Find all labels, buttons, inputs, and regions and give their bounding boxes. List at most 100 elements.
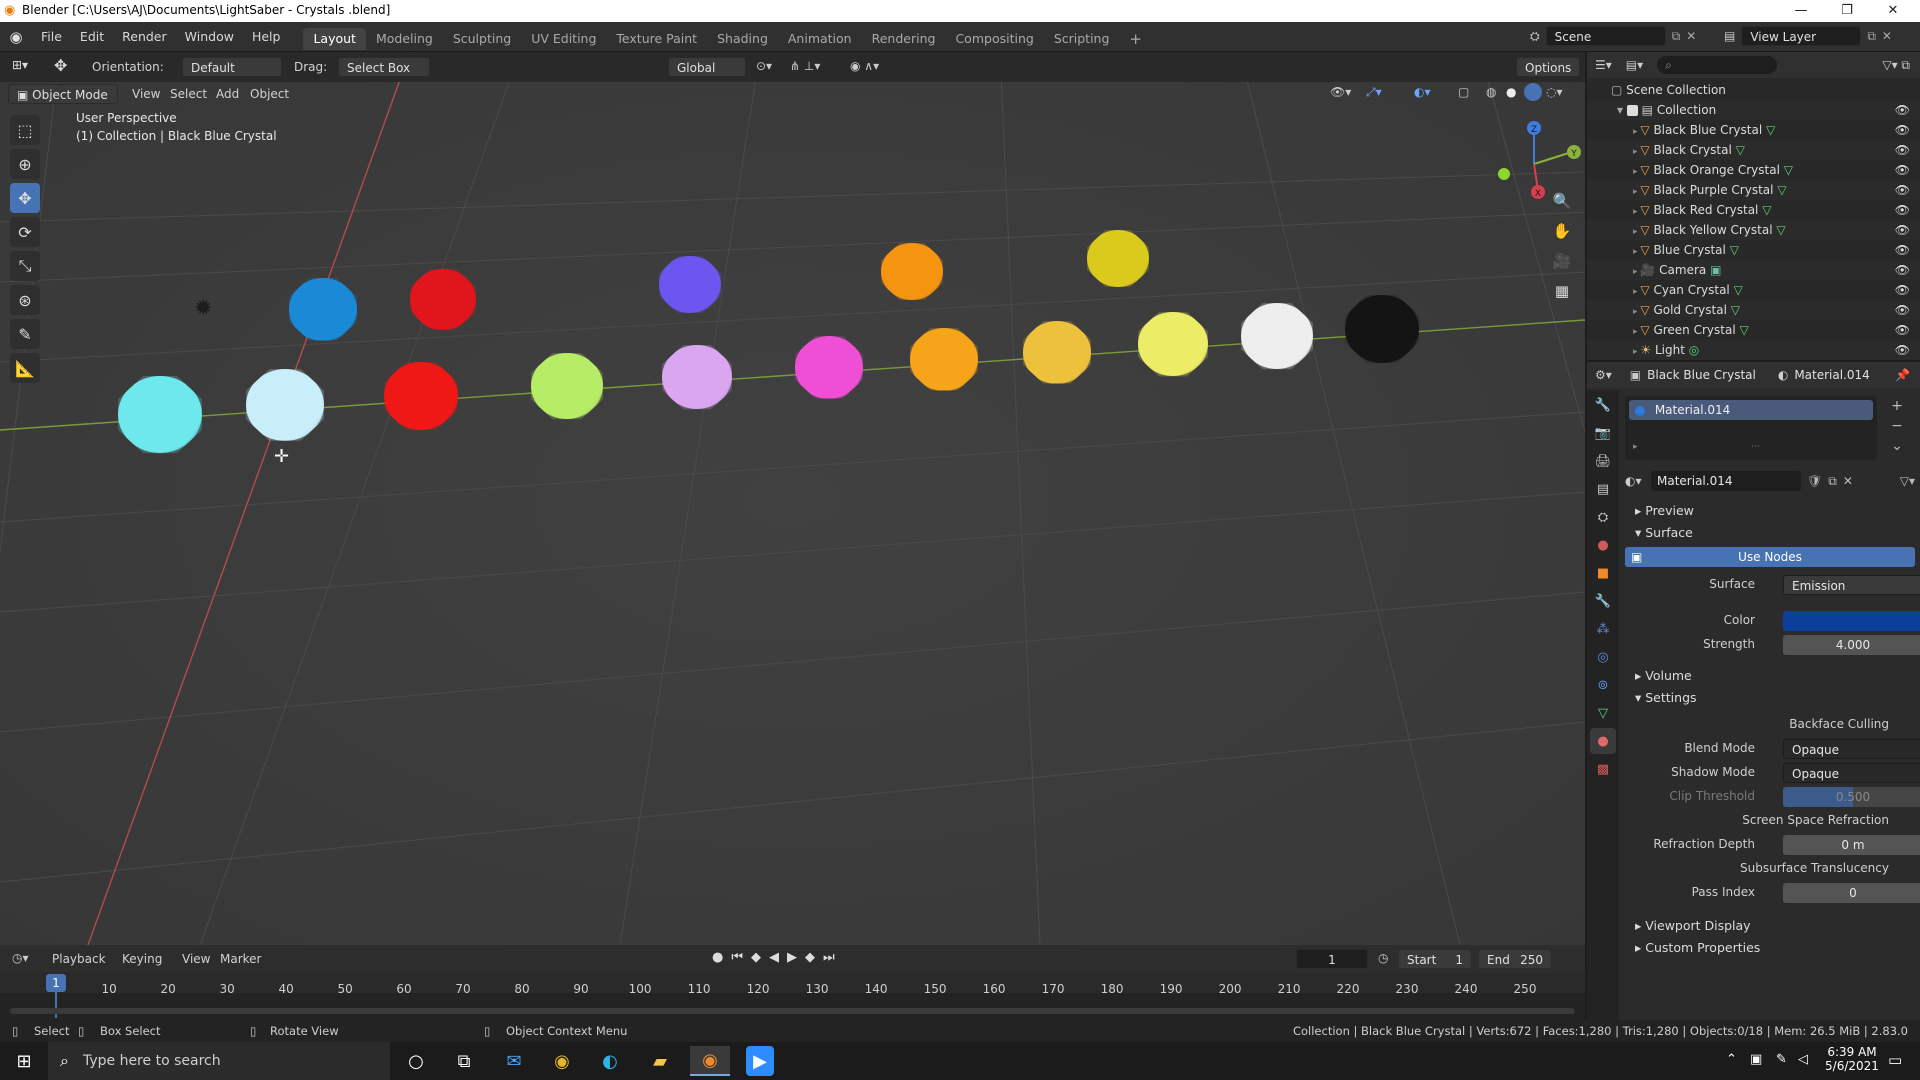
- menu-render[interactable]: Render: [113, 22, 176, 52]
- crystal-object[interactable]: [1138, 312, 1208, 377]
- tab-rendering[interactable]: Rendering: [862, 28, 946, 50]
- visibility-eye-icon[interactable]: 👁: [1895, 280, 1910, 300]
- outliner-item[interactable]: ▸ ☀ Light ◎ 👁: [1587, 340, 1920, 360]
- outliner-editor-icon[interactable]: ☰▾: [1595, 58, 1612, 72]
- menu-file[interactable]: File: [32, 22, 71, 52]
- collection-row[interactable]: ▾ ▤ Collection 👁: [1587, 100, 1920, 120]
- particles-tab-icon[interactable]: ⁂: [1590, 616, 1616, 642]
- outliner-item[interactable]: ▸ ▽ Cyan Crystal ▽ 👁: [1587, 280, 1920, 300]
- visibility-eye-icon[interactable]: 👁: [1895, 180, 1910, 200]
- notifications-icon[interactable]: ▭: [1888, 1051, 1902, 1069]
- tab-modeling[interactable]: Modeling: [366, 28, 443, 50]
- menu-view[interactable]: View: [132, 87, 160, 101]
- collection-checkbox[interactable]: [1626, 105, 1638, 116]
- crystal-object[interactable]: [795, 336, 863, 399]
- expand-list-icon[interactable]: ▸: [1633, 442, 1638, 452]
- outliner-item[interactable]: ▸ 🎥 Camera ▣ 👁: [1587, 260, 1920, 280]
- crystal-object[interactable]: [881, 243, 943, 301]
- zoom-icon[interactable]: 🔍: [1548, 192, 1576, 222]
- volume-icon[interactable]: ◁: [1798, 1052, 1808, 1067]
- crystal-object[interactable]: [1241, 303, 1313, 370]
- gizmo-toggle-icon[interactable]: ⤢▾: [1366, 85, 1382, 100]
- menu-playback[interactable]: Playback: [52, 952, 106, 966]
- options-dropdown[interactable]: Options: [1516, 57, 1581, 77]
- mesh-data-icon[interactable]: ▽: [1762, 123, 1775, 137]
- mode-dropdown[interactable]: ▣ Object Mode: [8, 84, 118, 104]
- solid-shading-icon[interactable]: ●: [1506, 85, 1516, 99]
- network-icon[interactable]: ▣: [1750, 1052, 1762, 1067]
- menu-add[interactable]: Add: [216, 87, 239, 101]
- mesh-data-icon[interactable]: ▽: [1732, 143, 1745, 157]
- display-mode-icon[interactable]: ▤▾: [1626, 58, 1643, 72]
- outliner-item[interactable]: ▸ ▽ Black Orange Crystal ▽ 👁: [1587, 160, 1920, 180]
- outliner-item[interactable]: ▸ ▽ Black Blue Crystal ▽ 👁: [1587, 120, 1920, 140]
- light-object-icon[interactable]: ✹: [194, 296, 212, 321]
- material-tab-icon[interactable]: ●: [1590, 728, 1616, 754]
- 3d-viewport[interactable]: ✹ ✛ ⊞▾ ✥ Orientation: Default Drag: Sele…: [0, 52, 1585, 945]
- play-icon[interactable]: ▶: [787, 950, 797, 965]
- refraction-depth-field[interactable]: 0 m: [1783, 835, 1920, 855]
- tool-tab-icon[interactable]: 🔧: [1590, 392, 1616, 418]
- annotate-tool[interactable]: ✎: [10, 319, 40, 349]
- stopwatch-icon[interactable]: ◷: [1378, 951, 1388, 965]
- visibility-eye-icon[interactable]: 👁: [1895, 220, 1910, 240]
- taskbar-clock[interactable]: 6:39 AM 5/6/2021: [1822, 1045, 1882, 1073]
- duplicate-material-icon[interactable]: ⧉: [1828, 474, 1837, 489]
- scene-collection-row[interactable]: ▢ Scene Collection: [1587, 80, 1920, 100]
- tab-texture-paint[interactable]: Texture Paint: [606, 28, 707, 50]
- constraints-tab-icon[interactable]: ⊚: [1590, 672, 1616, 698]
- tray-arrow-icon[interactable]: ⌃: [1726, 1052, 1737, 1067]
- pivot-icon[interactable]: ⊙▾: [756, 59, 772, 73]
- browse-material-icon[interactable]: ◐▾: [1625, 474, 1651, 488]
- tab-sculpting[interactable]: Sculpting: [443, 28, 521, 50]
- crystal-object[interactable]: [662, 345, 732, 410]
- windows-start-icon[interactable]: ⊞: [4, 1046, 44, 1076]
- viewport-display-header[interactable]: ▸ Viewport Display: [1625, 915, 1915, 937]
- object-tab-icon[interactable]: ■: [1590, 560, 1616, 586]
- add-workspace-icon[interactable]: +: [1119, 28, 1152, 50]
- crystal-object[interactable]: [289, 278, 357, 341]
- menu-window[interactable]: Window: [176, 22, 243, 52]
- task-view-icon[interactable]: ⧉: [444, 1046, 484, 1076]
- physics-tab-icon[interactable]: ◎: [1590, 644, 1616, 670]
- measure-tool[interactable]: 📐: [10, 353, 40, 383]
- rotate-tool[interactable]: ⟳: [10, 217, 40, 247]
- crystal-object[interactable]: [246, 369, 324, 441]
- select-box-tool[interactable]: ⬚: [10, 115, 40, 145]
- mesh-data-icon[interactable]: ▽: [1730, 283, 1743, 297]
- prev-keyframe-icon[interactable]: ◆: [751, 950, 761, 965]
- tab-shading[interactable]: Shading: [707, 28, 778, 50]
- pen-icon[interactable]: ✎: [1776, 1052, 1787, 1067]
- blend-mode-dropdown[interactable]: Opaque: [1783, 739, 1920, 759]
- menu-object[interactable]: Object: [250, 87, 289, 101]
- settings-panel-header[interactable]: ▾ Settings: [1625, 687, 1915, 709]
- menu-timeline-view[interactable]: View: [182, 952, 210, 966]
- pin-icon[interactable]: 📌: [1895, 368, 1910, 382]
- perspective-grid-icon[interactable]: ▦: [1548, 282, 1576, 312]
- tab-scripting[interactable]: Scripting: [1044, 28, 1120, 50]
- proportional-edit-icon[interactable]: ◉ ∧▾: [850, 59, 879, 73]
- strength-field[interactable]: 4.000: [1783, 635, 1920, 655]
- mesh-data-icon[interactable]: ▽: [1736, 323, 1748, 337]
- data-tab-icon[interactable]: ▽: [1590, 700, 1616, 726]
- edge-icon[interactable]: ◐: [590, 1046, 630, 1076]
- menu-select[interactable]: Select: [170, 87, 207, 101]
- tab-animation[interactable]: Animation: [778, 28, 862, 50]
- jump-end-icon[interactable]: ⏭: [823, 950, 835, 965]
- pan-hand-icon[interactable]: ✋: [1548, 222, 1576, 252]
- current-frame-field[interactable]: 1: [1296, 949, 1368, 969]
- custom-properties-header[interactable]: ▸ Custom Properties: [1625, 937, 1915, 959]
- play-reverse-icon[interactable]: ◀: [769, 950, 779, 965]
- next-keyframe-icon[interactable]: ◆: [805, 950, 815, 965]
- visibility-eye-icon[interactable]: 👁: [1895, 340, 1910, 360]
- timeline-scrollbar[interactable]: [10, 1008, 1575, 1014]
- blender-taskbar-icon[interactable]: ◉: [690, 1046, 730, 1076]
- camera-view-icon[interactable]: 🎥: [1548, 252, 1576, 282]
- properties-editor-icon[interactable]: ⚙▾: [1595, 368, 1612, 382]
- light-data-icon[interactable]: ◎: [1685, 343, 1699, 357]
- mail-icon[interactable]: ✉: [494, 1046, 534, 1076]
- shadow-mode-dropdown[interactable]: Opaque: [1783, 763, 1920, 783]
- xray-icon[interactable]: ▢: [1458, 85, 1469, 99]
- output-tab-icon[interactable]: 🖨: [1590, 448, 1616, 474]
- menu-marker[interactable]: Marker: [220, 952, 261, 966]
